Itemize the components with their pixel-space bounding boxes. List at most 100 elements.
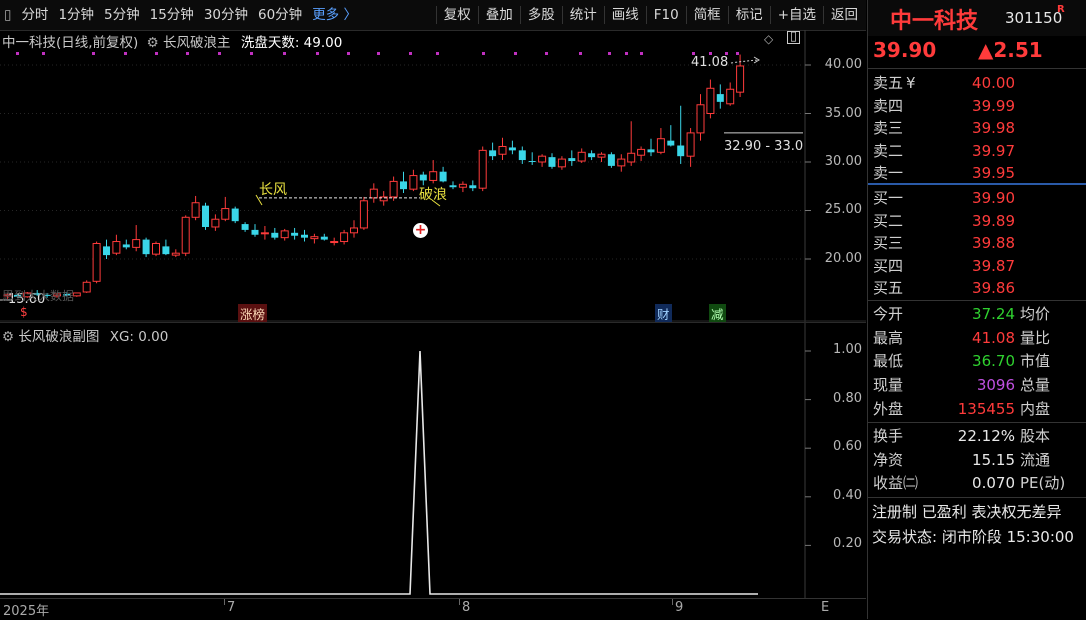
huaxian-button[interactable]: 画线: [607, 0, 644, 30]
trade-status: 交易状态: 闭市阶段 15:30:00: [872, 528, 1074, 546]
sub-legend: ⚙ 长风破浪副图 XG: 0.00: [2, 325, 168, 345]
duogu-button[interactable]: 多股: [523, 0, 560, 30]
bid-price[interactable]: 39.87: [972, 255, 1015, 277]
candle-body: [429, 171, 438, 181]
main-legend: 中一科技(日线,前复权) ⚙ 长风破浪主 洗盘天数: 49.00: [2, 31, 342, 51]
plus-circle-icon[interactable]: +: [413, 223, 428, 238]
ask-price[interactable]: 39.99: [972, 95, 1015, 117]
bid-row: 买三 39.88: [868, 232, 1086, 254]
stat-label: 最高: [873, 328, 904, 347]
stat-value: 0.070: [972, 474, 1015, 493]
tab-5min[interactable]: 5分钟: [99, 0, 145, 30]
bid-price[interactable]: 39.88: [972, 232, 1015, 254]
candle-body: [181, 216, 190, 254]
diamond-icon[interactable]: ◇: [764, 32, 773, 46]
back-button[interactable]: 返回: [826, 0, 866, 30]
candle-body: [271, 232, 279, 238]
tab-more[interactable]: 更多 〉: [307, 0, 362, 30]
gear-icon[interactable]: ⚙: [2, 329, 14, 345]
toolbar-divider: [435, 6, 437, 24]
candle-body: [469, 185, 477, 189]
stock-header: 中一科技 301150 R: [868, 0, 1086, 36]
stat-value: 15.15: [972, 450, 1015, 469]
bid-row: 买一 39.90: [868, 187, 1086, 209]
candle-body: [171, 252, 180, 256]
signal-dot: [316, 52, 319, 55]
cai-badge[interactable]: 财: [655, 304, 672, 323]
ask-row: 卖一 39.95: [868, 162, 1086, 184]
sub-indicator-pane[interactable]: ⚙ 长风破浪副图 XG: 0.00 1.00 0.80 0.60 0.40 0.…: [0, 322, 866, 599]
dollar-marker[interactable]: $: [20, 305, 28, 319]
stat-label: 今开: [873, 305, 904, 323]
signal-dot: [186, 52, 189, 55]
gear-icon[interactable]: ⚙: [147, 35, 159, 51]
candle-body: [419, 174, 427, 181]
candle-body: [597, 153, 606, 158]
y-label: 0.80: [833, 391, 862, 406]
bid-price[interactable]: 39.86: [972, 277, 1015, 299]
faded-watermark: 思到大大数据: [2, 289, 75, 303]
signal-dot: [124, 52, 127, 55]
signal-dot: [347, 52, 350, 55]
stat-value: 3096: [976, 376, 1015, 395]
layout-icon[interactable]: ▯: [0, 0, 16, 30]
tab-60min[interactable]: 60分钟: [253, 0, 307, 30]
bid-price[interactable]: 39.90: [972, 187, 1015, 209]
divider: [868, 422, 1086, 423]
tab-1min[interactable]: 1分钟: [53, 0, 99, 30]
candle-body: [231, 208, 239, 222]
window-icon[interactable]: ▯: [787, 30, 800, 44]
biaoji-button[interactable]: 标记: [731, 0, 768, 30]
signal-dot: [545, 52, 548, 55]
candle-body: [736, 65, 745, 93]
y-label: 40.00: [824, 57, 862, 72]
toolbar-divider: [727, 6, 729, 24]
signal-dot: [218, 52, 221, 55]
ask-price[interactable]: 39.95: [972, 162, 1015, 184]
indicator-name[interactable]: 长风破浪主: [163, 35, 231, 51]
jian-badge[interactable]: 减: [709, 304, 726, 323]
toolbar-divider: [823, 6, 824, 24]
candle-body: [409, 175, 418, 190]
divider: [868, 497, 1086, 498]
stat-value: 36.70: [972, 352, 1015, 371]
signal-dot: [608, 52, 611, 55]
stat-label: 净资: [873, 450, 904, 469]
tab-fenshi[interactable]: 分时: [16, 0, 53, 30]
stat-label-right: 均价: [1020, 305, 1051, 323]
sub-indicator-param: XG: 0.00: [109, 329, 169, 345]
zixuan-button[interactable]: +自选: [773, 0, 821, 30]
y-label: 0.40: [833, 488, 862, 503]
candle-body: [607, 154, 615, 166]
ask-row: 卖三 39.98: [868, 117, 1086, 139]
kline-chart[interactable]: [0, 30, 866, 322]
candle-body: [548, 157, 556, 167]
tab-30min[interactable]: 30分钟: [199, 0, 253, 30]
tab-15min[interactable]: 15分钟: [145, 0, 199, 30]
ask-price[interactable]: 39.97: [972, 140, 1015, 162]
stat-row: 现量 3096 总量: [868, 374, 1086, 396]
tongji-button[interactable]: 统计: [565, 0, 602, 30]
ask-label: 卖二: [873, 141, 904, 160]
signal-dot: [250, 52, 253, 55]
date-label: 7: [227, 600, 236, 615]
zhangbang-badge[interactable]: 涨榜: [238, 304, 268, 323]
sub-indicator-name[interactable]: 长风破浪副图: [18, 329, 99, 345]
stat-value: 22.12%: [957, 427, 1015, 445]
candle-body: [627, 152, 636, 163]
xg-signal-chart[interactable]: [0, 323, 866, 599]
stat-label-right: PE(动): [1020, 474, 1066, 493]
diejia-button[interactable]: 叠加: [481, 0, 518, 30]
ask-price[interactable]: 39.98: [972, 117, 1015, 139]
bid-price[interactable]: 39.89: [972, 210, 1015, 232]
candle-body: [557, 158, 566, 168]
changfeng-label: 长风: [259, 182, 287, 198]
ask-price[interactable]: 40.00: [972, 72, 1015, 94]
kline-pane[interactable]: 中一科技(日线,前复权) ⚙ 长风破浪主 洗盘天数: 49.00 ◇ ▯ 40.…: [0, 30, 866, 323]
y-label: 0.60: [833, 439, 862, 454]
f10-button[interactable]: F10: [649, 0, 684, 30]
fuquan-button[interactable]: 复权: [439, 0, 476, 30]
jiankuang-button[interactable]: 简框: [689, 0, 726, 30]
ask-label: 卖四: [873, 96, 904, 115]
date-axis: 2025年 7 8 9 E: [0, 598, 866, 620]
